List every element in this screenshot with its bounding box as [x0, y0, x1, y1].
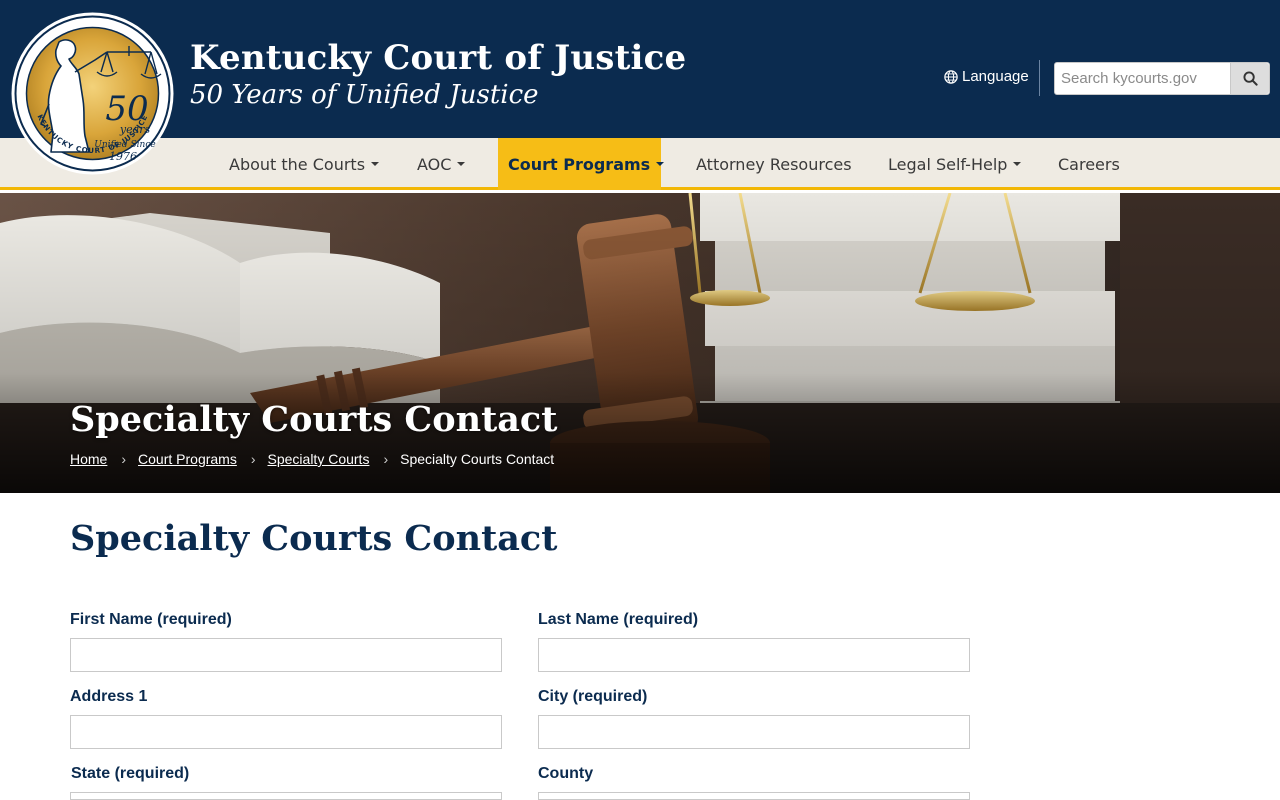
county-label: County: [538, 765, 594, 782]
breadcrumb-link-court-programs[interactable]: Court Programs: [138, 451, 237, 467]
language-label: Language: [962, 68, 1029, 85]
breadcrumb-current: Specialty Courts Contact: [400, 451, 555, 467]
nav-item-label: AOC: [417, 154, 452, 174]
address-1-label: Address 1: [70, 688, 148, 705]
search-button[interactable]: [1230, 63, 1269, 94]
last-name-field[interactable]: [538, 638, 970, 672]
chevron-right-icon: ›: [383, 451, 389, 467]
nav-item-label: Legal Self-Help: [888, 154, 1008, 174]
nav-item-label: About the Courts: [229, 154, 366, 174]
search-box: [1054, 62, 1270, 95]
nav-item-label: Careers: [1058, 154, 1120, 174]
gavel-scales-books-image: [0, 193, 1280, 493]
nav-item-legal-self-help[interactable]: Legal Self-Help: [888, 138, 1022, 190]
city-label: City (required): [538, 688, 648, 705]
caret-down-icon: [457, 162, 466, 166]
hero-title: Specialty Courts Contact: [70, 399, 558, 440]
address-1-field[interactable]: [70, 715, 502, 749]
state-field[interactable]: [70, 792, 502, 800]
nav-item-attorney-resources[interactable]: Attorney Resources: [696, 138, 852, 190]
page-title: Specialty Courts Contact: [70, 518, 558, 559]
breadcrumb-link-specialty-courts[interactable]: Specialty Courts: [268, 451, 370, 467]
nav-item-aoc[interactable]: AOC: [417, 138, 466, 190]
city-field[interactable]: [538, 715, 970, 749]
nav-item-label: Attorney Resources: [696, 154, 852, 174]
caret-down-icon: [1013, 162, 1022, 166]
nav-item-label: Court Programs: [508, 154, 651, 174]
search-icon: [1242, 71, 1258, 86]
caret-down-icon: [371, 162, 380, 166]
breadcrumb-link-home[interactable]: Home: [70, 451, 107, 467]
search-input[interactable]: [1055, 63, 1231, 94]
state-label: State (required): [71, 765, 190, 782]
globe-icon: [944, 69, 958, 84]
hero-banner: Specialty Courts Contact Home › Court Pr…: [0, 193, 1280, 493]
site-tagline: 50 Years of Unified Justice: [190, 80, 539, 110]
site-title[interactable]: Kentucky Court of Justice: [190, 38, 686, 78]
breadcrumb: Home › Court Programs › Specialty Courts…: [70, 451, 554, 467]
nav-item-about-the-courts[interactable]: About the Courts: [229, 138, 380, 190]
first-name-field[interactable]: [70, 638, 502, 672]
header-divider: [1039, 60, 1040, 96]
seal-year: 1976: [109, 150, 137, 163]
court-seal-logo[interactable]: 50 years Unified Since 1976 KENTUCKY COU…: [11, 12, 174, 175]
site-header: Kentucky Court of Justice 50 Years of Un…: [0, 0, 1280, 138]
nav-item-court-programs[interactable]: Court Programs: [498, 138, 665, 190]
last-name-label: Last Name (required): [538, 611, 699, 628]
chevron-right-icon: ›: [250, 451, 256, 467]
caret-down-icon: [656, 162, 665, 166]
chevron-right-icon: ›: [121, 451, 127, 467]
nav-item-careers[interactable]: Careers: [1058, 138, 1120, 190]
main-nav: About the Courts AOC Court Programs Atto…: [0, 138, 1280, 190]
first-name-label: First Name (required): [70, 611, 232, 628]
language-selector[interactable]: Language: [944, 68, 1029, 85]
county-field[interactable]: [538, 792, 970, 800]
